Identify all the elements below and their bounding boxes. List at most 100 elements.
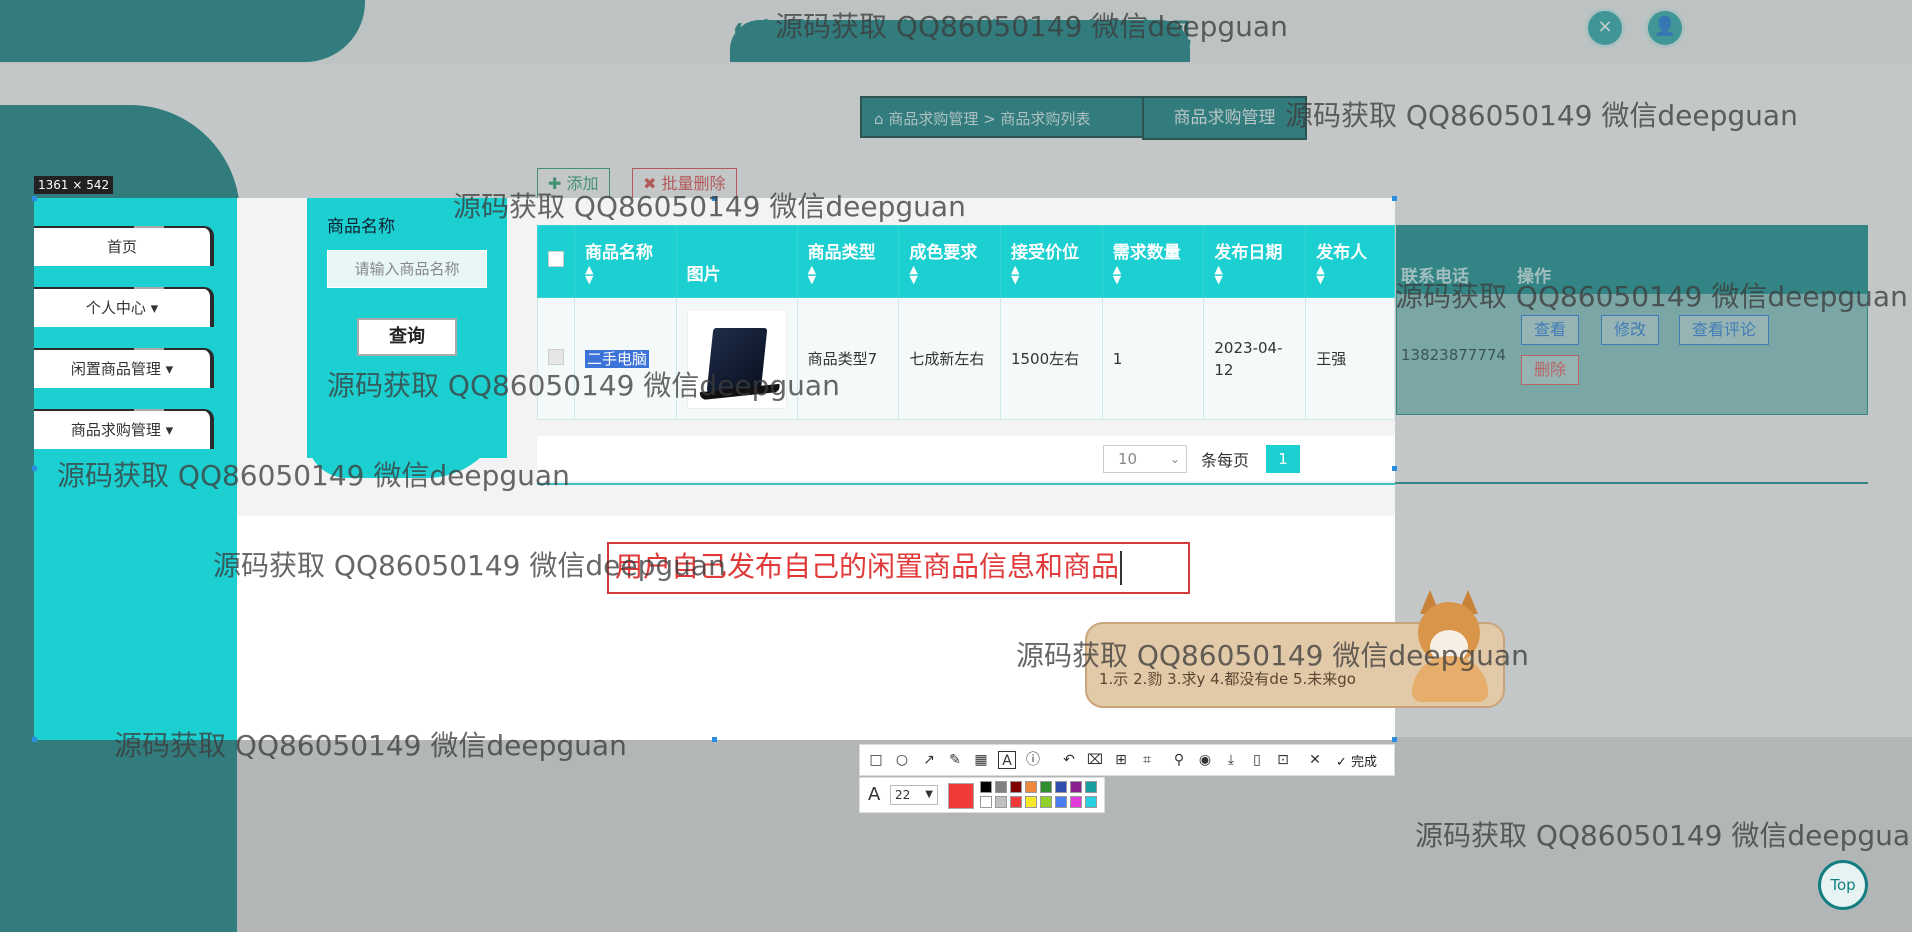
pin-icon[interactable]: ⚲ [1170,751,1188,769]
wanted-table: 商品名称 ▲ ▼ 图片 商品类型 ▲ ▼ 成色要求 ▲ ▼ 接受价位 ▲ ▼ 需求数量 ▲ ▼ 发布… [537,225,1395,420]
resize-handle[interactable] [1392,466,1397,471]
mosaic-icon[interactable]: ▦ [972,751,990,769]
resize-handle[interactable] [32,196,37,201]
ellipse-icon[interactable]: ○ [893,751,911,769]
sidebar-item-label: 闲置商品管理 ▾ [70,360,174,378]
search-label: 商品名称 [327,217,395,237]
translate-icon[interactable]: ⌗ [1138,751,1156,769]
resize-handle[interactable] [1392,737,1397,742]
color-swatch[interactable] [1085,781,1097,793]
pin-tool-icon[interactable]: ⌧ [1086,751,1104,769]
back-to-top-button[interactable]: Top [1818,860,1868,910]
page-size-select[interactable]: 10 ⌄ [1103,445,1187,473]
color-swatch[interactable] [995,781,1007,793]
selection-size-label: 1361 × 542 [34,176,114,194]
sidebar-item-label: 商品求购管理 ▾ [70,421,174,439]
color-swatch[interactable] [1055,796,1067,808]
column-header[interactable]: 成色要求 ▲ ▼ [898,225,1001,298]
close-icon[interactable]: ✕ [1306,751,1324,769]
select-all-checkbox[interactable] [548,251,564,267]
font-size-select[interactable]: 22 ▼ [890,785,938,805]
column-header[interactable]: 发布人 ▲ ▼ [1305,225,1395,298]
column-header: 图片 [675,225,798,298]
text-style-toolbar: A 22 ▼ [859,777,1105,813]
text-tool-icon[interactable]: A [998,751,1016,769]
undo-icon[interactable]: ↶ [1060,751,1078,769]
record-icon[interactable]: ◉ [1196,751,1214,769]
resize-handle[interactable] [32,466,37,471]
dim-overlay [0,0,1912,198]
color-swatch[interactable] [1070,781,1082,793]
color-swatch[interactable] [1025,796,1037,808]
done-button[interactable]: ✓ 完成 [1336,751,1377,770]
column-header[interactable]: 需求数量 ▲ ▼ [1101,225,1205,298]
text-caret [1120,551,1123,585]
per-page-label: 条每页 [1201,451,1250,470]
dim-overlay [0,198,34,740]
color-swatch[interactable] [1010,781,1022,793]
color-swatch[interactable] [1040,781,1052,793]
sort-icon[interactable]: ▲ ▼ [1316,264,1384,285]
cell-name: 二手电脑 [574,297,677,420]
table-row[interactable]: 二手电脑 商品类型7 七成新左右 1500左右 1 2023-04-12 王强 [537,297,1395,420]
bookmark-icon[interactable]: ⊡ [1274,751,1292,769]
ocr-icon[interactable]: ⊞ [1112,751,1130,769]
row-checkbox[interactable] [548,348,564,365]
sort-icon[interactable]: ▲ ▼ [1011,264,1092,285]
cell-type: 商品类型7 [796,297,900,420]
search-button[interactable]: 查询 [357,318,457,356]
sort-icon[interactable]: ▲ ▼ [1214,264,1295,285]
column-header[interactable]: 接受价位 ▲ ▼ [999,225,1103,298]
color-swatch[interactable] [1085,796,1097,808]
sort-icon[interactable]: ▲ ▼ [1113,264,1194,285]
shiba-dog-image [1400,590,1500,710]
text-annotation[interactable]: 用户自己发布自己的闲置商品信息和商品 [607,542,1190,594]
cell-image [675,297,798,420]
sidebar-item-personal[interactable]: 个人中心 ▾ [34,287,214,327]
sidebar [34,198,237,740]
color-swatch[interactable] [1040,796,1052,808]
color-swatch[interactable] [980,796,992,808]
page-number[interactable]: 1 [1266,445,1300,473]
font-icon: A [868,784,881,805]
column-header[interactable]: 商品类型 ▲ ▼ [796,225,900,298]
resize-handle[interactable] [712,737,717,742]
color-swatch[interactable] [1010,796,1022,808]
arrow-icon[interactable]: ↗ [920,751,938,769]
color-swatch[interactable] [980,781,992,793]
color-swatch[interactable] [1025,781,1037,793]
resize-handle[interactable] [1392,196,1397,201]
cell-date: 2023-04-12 [1203,297,1307,420]
laptop-image[interactable] [686,308,787,409]
cell-quantity: 1 [1101,297,1205,420]
column-header[interactable]: 商品名称 ▲ ▼ [574,225,677,298]
cell-condition: 七成新左右 [898,297,1001,420]
sort-icon[interactable]: ▲ ▼ [585,264,666,285]
rectangle-icon[interactable]: □ [867,751,885,769]
card-text: 1.示 2.勠 3.求y 4.都没有de 5.未来go [1099,670,1356,688]
pen-icon[interactable]: ✎ [946,751,964,769]
resize-handle[interactable] [712,196,717,201]
color-swatch[interactable] [1070,796,1082,808]
cell-name-text: 二手电脑 [585,350,650,368]
select-all-cell [537,225,575,298]
sidebar-item-idle-goods[interactable]: 闲置商品管理 ▾ [34,348,214,388]
current-color-swatch[interactable] [948,783,974,809]
sidebar-item-home[interactable]: 首页 [34,226,214,266]
pagination: 10 ⌄ 条每页 1 [537,436,1395,481]
download-icon[interactable]: ⤓ [1222,751,1240,769]
color-swatch[interactable] [995,796,1007,808]
search-panel: 商品名称 请输入商品名称 查询 [307,198,507,458]
sidebar-item-label: 首页 [106,238,137,256]
sidebar-item-wanted[interactable]: 商品求购管理 ▾ [34,409,214,449]
sort-icon[interactable]: ▲ ▼ [808,264,889,285]
number-icon[interactable]: ⓘ [1024,751,1042,769]
phone-icon[interactable]: ▯ [1248,751,1266,769]
color-swatch[interactable] [1055,781,1067,793]
sort-icon[interactable]: ▲ ▼ [909,264,990,285]
divider [537,483,1395,485]
search-input[interactable]: 请输入商品名称 [327,250,487,288]
row-select-cell [537,297,575,420]
resize-handle[interactable] [32,737,37,742]
column-header[interactable]: 发布日期 ▲ ▼ [1203,225,1307,298]
